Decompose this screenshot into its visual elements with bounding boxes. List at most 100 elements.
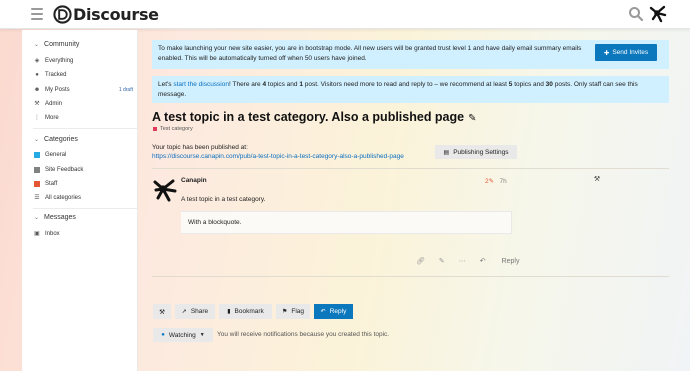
chevron-down-icon: ⌄ bbox=[34, 42, 40, 48]
wrench-icon: ⚒ bbox=[159, 308, 165, 316]
edit-count: 2 bbox=[485, 178, 489, 185]
sidebar-item-label: My Posts bbox=[45, 86, 70, 93]
add-user-icon: ✚ bbox=[603, 49, 610, 57]
post-author-avatar[interactable] bbox=[152, 177, 178, 203]
sidebar: ⌄ Community ◈ Everything ● Tracked ☻ My … bbox=[22, 30, 138, 371]
watching-label: Watching bbox=[168, 331, 196, 339]
sidebar-item-staff[interactable]: Staff bbox=[33, 178, 133, 189]
category-badge[interactable]: Test category bbox=[153, 126, 193, 132]
edit-icon[interactable]: ✎ bbox=[439, 257, 445, 265]
category-color-swatch bbox=[153, 127, 157, 131]
post-age[interactable]: 7h bbox=[500, 178, 507, 185]
sidebar-item-tracked[interactable]: ● Tracked bbox=[33, 69, 133, 80]
sidebar-section-messages[interactable]: ⌄ Messages bbox=[34, 214, 76, 221]
banner-text: topics and bbox=[266, 81, 300, 88]
sidebar-item-admin[interactable]: ⚒ Admin bbox=[33, 98, 133, 109]
sidebar-item-label: Inbox bbox=[45, 230, 60, 237]
sidebar-divider bbox=[33, 208, 137, 209]
published-label: Your topic has been published at: bbox=[152, 144, 248, 151]
post-reply-button[interactable]: ↶ Reply bbox=[480, 257, 534, 265]
bookmark-icon: ▮ bbox=[227, 309, 231, 315]
sidebar-section-categories[interactable]: ⌄ Categories bbox=[34, 136, 78, 143]
banner-text: Let's bbox=[158, 81, 174, 88]
flag-button[interactable]: ⚑ Flag bbox=[276, 304, 310, 319]
inbox-icon: ▣ bbox=[34, 231, 40, 237]
list-icon: ☰ bbox=[34, 195, 40, 201]
bell-icon: ● bbox=[35, 71, 39, 78]
sidebar-item-label: More bbox=[45, 114, 59, 121]
site-header: Discourse bbox=[0, 0, 690, 29]
reply-button[interactable]: ↶ Reply bbox=[314, 304, 353, 319]
hamburger-icon[interactable] bbox=[31, 8, 43, 20]
topic-title[interactable]: A test topic in a test category. Also a … bbox=[152, 110, 477, 124]
admin-actions-button[interactable]: ⚒ bbox=[153, 304, 171, 319]
notification-reason: You will receive notifications because y… bbox=[217, 331, 390, 338]
user-avatar[interactable] bbox=[648, 4, 668, 24]
discussion-banner: Let's start the discussion! There are 4 … bbox=[152, 76, 669, 103]
recommended-posts: 30 bbox=[545, 81, 553, 88]
chevron-down-icon: ⌄ bbox=[34, 215, 40, 221]
post-actions: 🔗︎ ✎ ⋯ ↶ Reply bbox=[416, 256, 548, 266]
sidebar-item-label: General bbox=[45, 151, 67, 158]
category-label: Test category bbox=[160, 126, 193, 132]
post-author-name[interactable]: Canapin bbox=[181, 177, 207, 184]
start-discussion-link[interactable]: start the discussion bbox=[173, 81, 229, 88]
flag-icon: ⚑ bbox=[281, 309, 288, 315]
publishing-settings-button[interactable]: ▤ Publishing Settings bbox=[435, 145, 517, 159]
sidebar-item-label: All categories bbox=[45, 194, 82, 201]
chevron-down-icon: ⌄ bbox=[34, 137, 40, 143]
post-divider bbox=[152, 168, 669, 169]
sidebar-item-my-posts[interactable]: ☻ My Posts 1 draft bbox=[33, 84, 133, 95]
send-invites-label: Send Invites bbox=[612, 49, 649, 56]
bell-icon: ● bbox=[161, 332, 165, 338]
sidebar-item-label: Admin bbox=[45, 100, 63, 107]
draft-badge: 1 draft bbox=[118, 86, 133, 93]
bookmark-button[interactable]: ▮ Bookmark bbox=[219, 304, 272, 319]
category-color-swatch bbox=[34, 151, 40, 158]
published-url-link[interactable]: https://discourse.canapin.com/pub/a-test… bbox=[152, 153, 404, 160]
publishing-settings-label: Publishing Settings bbox=[453, 148, 509, 156]
section-heading: Messages bbox=[44, 214, 76, 221]
notification-level-dropdown[interactable]: ● Watching ▼ bbox=[153, 328, 213, 342]
wrench-icon: ⚒ bbox=[34, 101, 40, 107]
flag-label: Flag bbox=[291, 308, 305, 315]
layers-icon: ◈ bbox=[34, 58, 40, 64]
share-label: Share bbox=[190, 308, 209, 315]
bootstrap-banner: To make launching your new site easier, … bbox=[152, 40, 669, 69]
discourse-logo-icon bbox=[53, 4, 72, 24]
share-button[interactable]: ➚ Share bbox=[175, 304, 215, 319]
search-icon[interactable] bbox=[628, 6, 644, 22]
more-actions-icon[interactable]: ⋯ bbox=[459, 257, 466, 265]
banner-text: ! There are bbox=[228, 81, 263, 88]
admin-wrench-button[interactable]: ⚒ bbox=[590, 172, 604, 185]
edit-pencil-icon[interactable]: ✎ bbox=[468, 113, 476, 124]
post-blockquote: With a blockquote. bbox=[181, 211, 512, 234]
site-logo[interactable]: Discourse bbox=[53, 4, 159, 24]
post-body: A test topic in a test category. bbox=[181, 196, 266, 203]
sidebar-item-everything[interactable]: ◈ Everything bbox=[33, 55, 133, 66]
send-invites-button[interactable]: ✚ Send Invites bbox=[595, 44, 657, 61]
category-color-swatch bbox=[34, 166, 40, 173]
sidebar-item-label: Staff bbox=[45, 180, 58, 187]
sidebar-section-community[interactable]: ⌄ Community bbox=[34, 41, 79, 48]
reply-arrow-icon: ↶ bbox=[479, 258, 486, 265]
category-color-swatch bbox=[34, 180, 40, 187]
copy-link-icon[interactable]: 🔗︎ bbox=[416, 257, 425, 265]
edit-history-button[interactable]: 2✎ bbox=[485, 178, 494, 185]
reply-label: Reply bbox=[501, 258, 520, 265]
sidebar-item-label: Site Feedback bbox=[45, 166, 84, 173]
sidebar-item-general[interactable]: General bbox=[33, 149, 133, 160]
banner-text: topics and bbox=[512, 81, 546, 88]
section-heading: Community bbox=[44, 41, 80, 48]
sidebar-item-more[interactable]: ⋮ More bbox=[33, 112, 133, 123]
user-icon: ☻ bbox=[33, 86, 41, 93]
sidebar-item-all-categories[interactable]: ☰ All categories bbox=[33, 192, 133, 203]
ellipsis-icon: ⋮ bbox=[34, 115, 40, 121]
sidebar-item-inbox[interactable]: ▣ Inbox bbox=[33, 228, 133, 239]
sidebar-divider bbox=[33, 128, 137, 129]
post-divider bbox=[152, 276, 669, 277]
sidebar-item-site-feedback[interactable]: Site Feedback bbox=[33, 164, 133, 175]
reply-arrow-icon: ↶ bbox=[320, 309, 326, 315]
topic-title-text: A test topic in a test category. Also a … bbox=[152, 110, 465, 124]
bootstrap-text: To make launching your new site easier, … bbox=[158, 45, 582, 62]
